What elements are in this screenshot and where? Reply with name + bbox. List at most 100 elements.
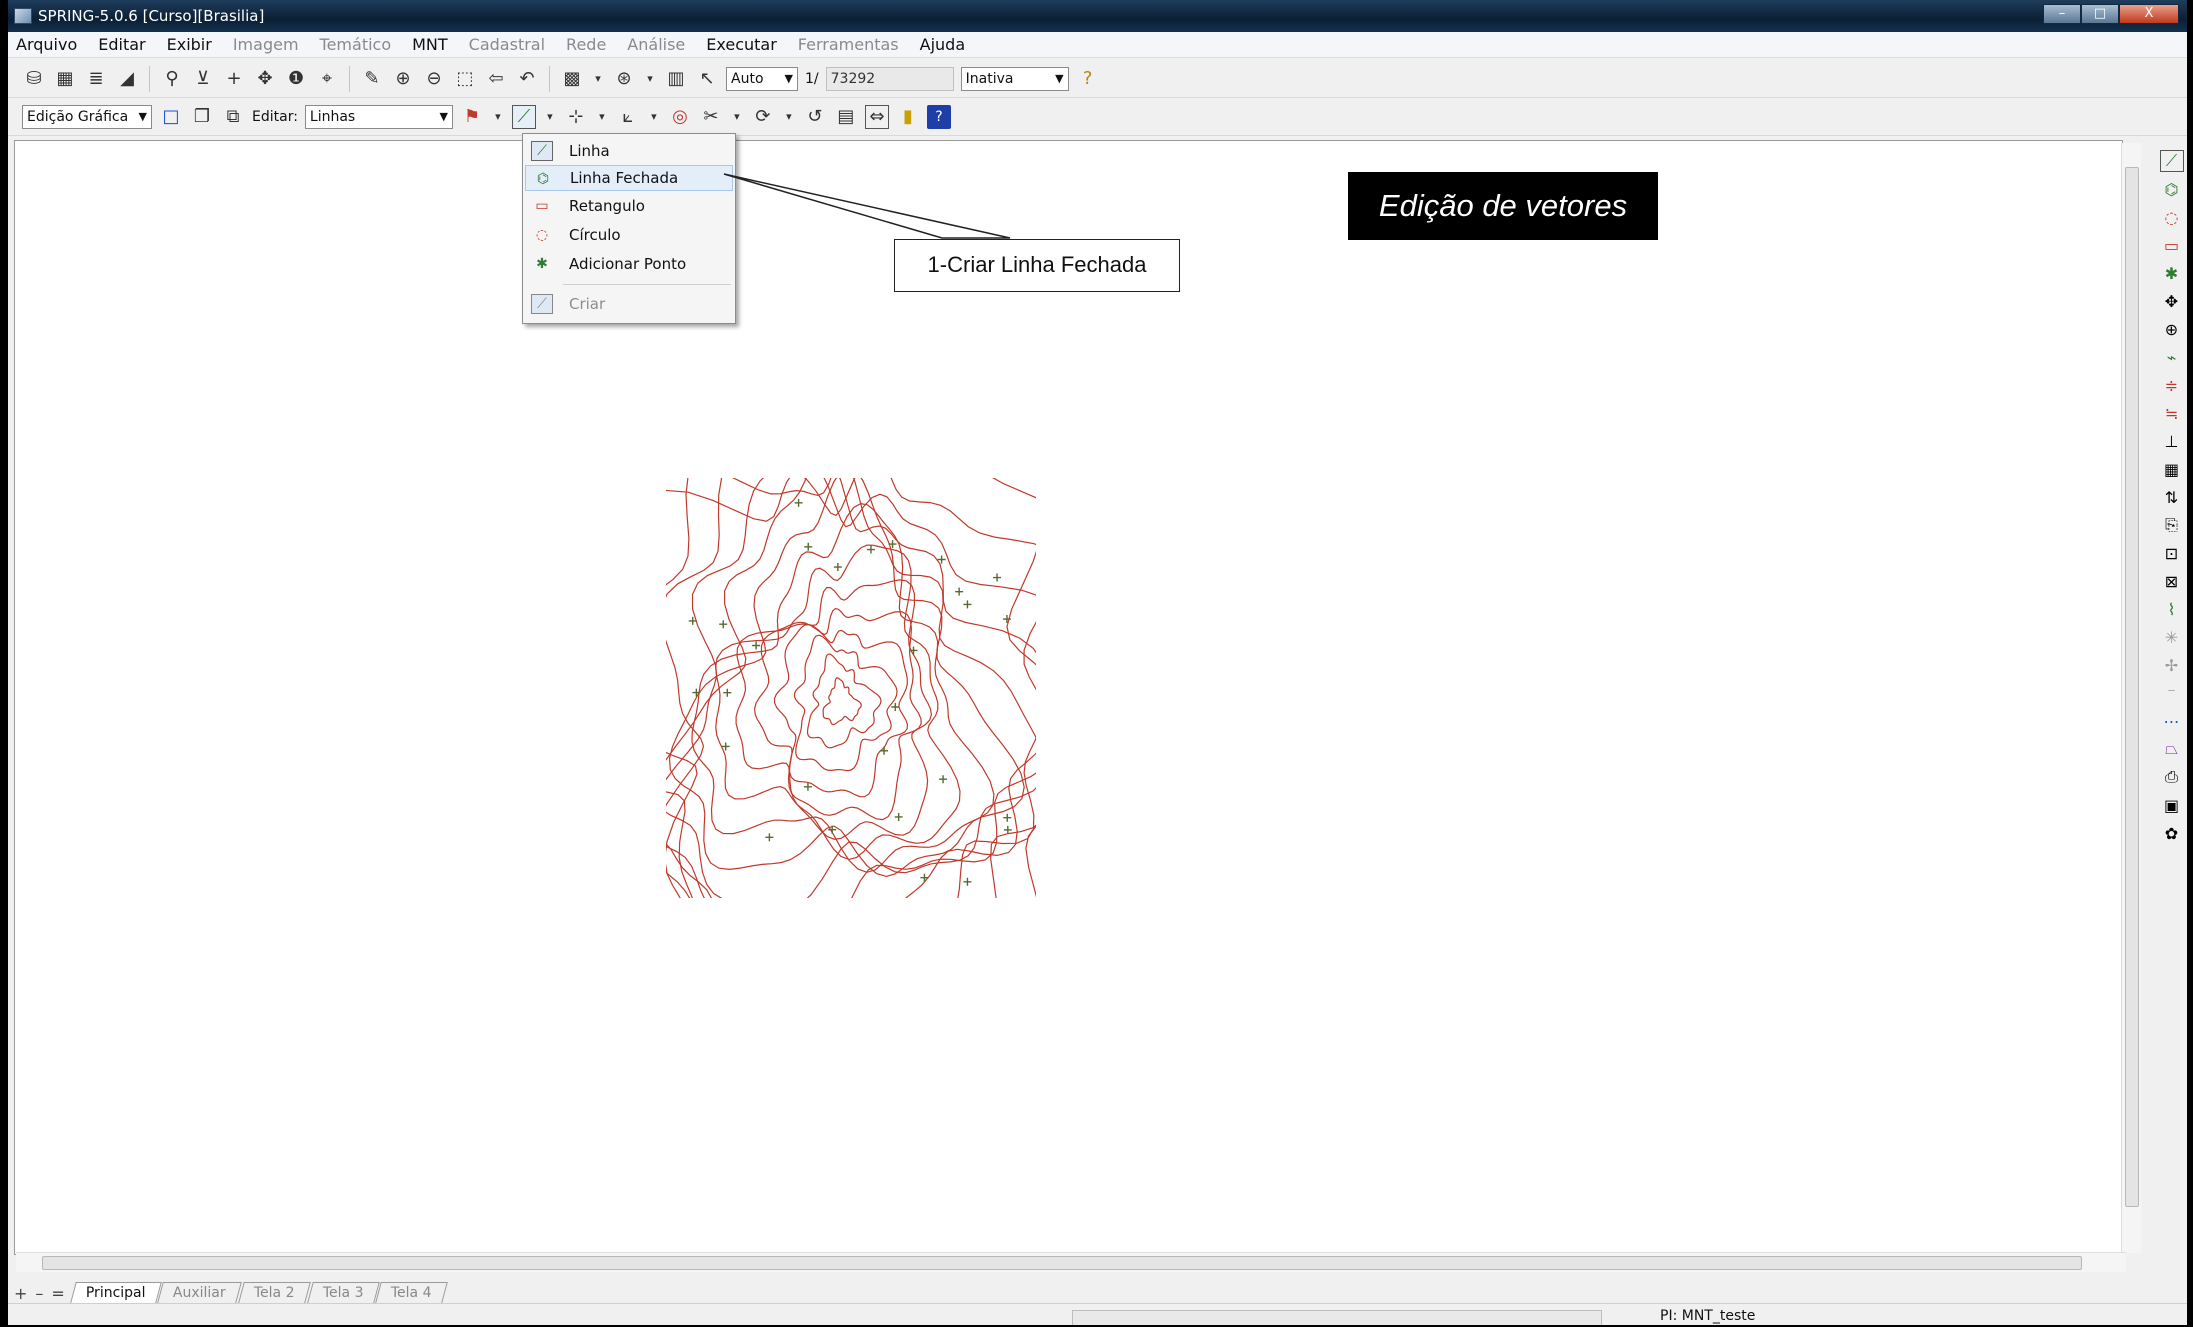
database-icon[interactable]: ⛁: [22, 67, 46, 91]
split-icon[interactable]: ≑: [2160, 374, 2184, 396]
point-edit-icon[interactable]: ⚑: [460, 105, 484, 129]
zoom-area-icon[interactable]: ⬚: [453, 67, 477, 91]
cursor-info-icon[interactable]: ⚲: [160, 67, 184, 91]
menu-item-retangulo[interactable]: ▭ Retangulo: [525, 193, 733, 219]
cut-icon[interactable]: ⊥: [2160, 430, 2184, 452]
map-canvas[interactable]: [14, 140, 2123, 1255]
move-icon[interactable]: ✥: [2160, 290, 2184, 312]
project-icon[interactable]: ▦: [53, 67, 77, 91]
info-icon[interactable]: ❶: [284, 67, 308, 91]
menu-item-circulo[interactable]: ◌ Círculo: [525, 222, 733, 248]
chevron-down-icon[interactable]: ▾: [491, 105, 505, 129]
save-icon[interactable]: ▤: [834, 105, 858, 129]
adjust-shape-icon[interactable]: ⊠: [2160, 570, 2184, 592]
line-tool-button-icon[interactable]: ⟋: [511, 104, 536, 129]
vertical-scroll-thumb[interactable]: [2125, 167, 2139, 1207]
help-blue-icon[interactable]: ?: [926, 104, 951, 129]
move-point-icon[interactable]: ✢: [2160, 654, 2184, 676]
snap-point-icon[interactable]: ✳: [2160, 626, 2184, 648]
tab-options-button[interactable]: =: [51, 1284, 64, 1303]
tab-tela-2[interactable]: Tela 2: [238, 1282, 311, 1303]
rotate-icon[interactable]: ⟳: [751, 105, 775, 129]
export-icon[interactable]: ⎙: [2160, 766, 2184, 788]
undo-edit-icon[interactable]: ↺: [803, 105, 827, 129]
menu-editar[interactable]: Editar: [98, 35, 145, 54]
join-icon[interactable]: ≒: [2160, 402, 2184, 424]
crosshair-icon[interactable]: +: [222, 67, 246, 91]
menu-item-linha-fechada[interactable]: ⌬ Linha Fechada: [525, 165, 733, 191]
adjust-icon[interactable]: ⊡: [2160, 542, 2184, 564]
copy-icon[interactable]: ⎘: [2160, 514, 2184, 536]
menu-arquivo[interactable]: Arquivo: [16, 35, 77, 54]
snap-icon[interactable]: ⟀: [616, 105, 640, 129]
scale-input[interactable]: 73292: [825, 66, 954, 91]
remove-tab-button[interactable]: –: [35, 1284, 43, 1303]
expand-icon[interactable]: ⇔: [864, 104, 889, 129]
add-tab-button[interactable]: +: [14, 1284, 27, 1303]
undo-icon[interactable]: ↶: [515, 67, 539, 91]
menu-item-adicionar-ponto[interactable]: ✱ Adicionar Ponto: [525, 251, 733, 277]
chevron-down-icon[interactable]: ▾: [591, 67, 605, 91]
menu-executar[interactable]: Executar: [706, 35, 777, 54]
window-icon[interactable]: ⧉: [221, 105, 245, 129]
delete-point-icon[interactable]: ⁻: [2160, 682, 2184, 704]
rectangle-icon[interactable]: ▭: [2160, 234, 2184, 256]
move-node-icon[interactable]: ⊕: [2160, 318, 2184, 340]
layers-icon[interactable]: ≣: [84, 67, 108, 91]
closed-line-icon[interactable]: ⌬: [2160, 178, 2184, 200]
dotted-line-icon[interactable]: ⋯: [2160, 710, 2184, 732]
circle-icon[interactable]: ◌: [2160, 206, 2184, 228]
menu-mnt[interactable]: MNT: [412, 35, 448, 54]
pencil-icon[interactable]: ✎: [360, 67, 384, 91]
menu-exibir[interactable]: Exibir: [167, 35, 212, 54]
tab-tela-3[interactable]: Tela 3: [307, 1282, 380, 1303]
measure-icon[interactable]: ⌖: [315, 67, 339, 91]
scale-mode-select[interactable]: Auto ▼: [726, 66, 798, 91]
eraser-icon[interactable]: ◢: [115, 67, 139, 91]
menu-item-linha[interactable]: ⟋ Linha: [525, 138, 733, 164]
tab-principal[interactable]: Principal: [69, 1282, 162, 1303]
line-icon[interactable]: ⟋: [2159, 150, 2184, 172]
chevron-down-icon[interactable]: ▾: [543, 105, 557, 129]
tab-tela-4[interactable]: Tela 4: [375, 1282, 448, 1303]
tab-auxiliar[interactable]: Auxiliar: [157, 1282, 243, 1303]
back-icon[interactable]: ⇦: [484, 67, 508, 91]
image-icon[interactable]: ▣: [2160, 794, 2184, 816]
edit-mode-select[interactable]: Edição Gráfica ▼: [22, 104, 152, 129]
reshape-icon[interactable]: ⌁: [2160, 346, 2184, 368]
grid-icon[interactable]: ▥: [664, 67, 688, 91]
zoom-out-icon[interactable]: ⊖: [422, 67, 446, 91]
horizontal-scrollbar[interactable]: [16, 1252, 2126, 1272]
chevron-down-icon[interactable]: ▾: [782, 105, 796, 129]
vertical-scrollbar[interactable]: [2121, 143, 2141, 1253]
grid-node-icon[interactable]: ▦: [2160, 458, 2184, 480]
menu-ajuda[interactable]: Ajuda: [920, 35, 966, 54]
edit-target-select[interactable]: Linhas ▼: [304, 104, 453, 129]
close-button[interactable]: X: [2119, 4, 2179, 24]
chevron-down-icon[interactable]: ▾: [730, 105, 744, 129]
move-node-icon[interactable]: ⊹: [564, 105, 588, 129]
chevron-down-icon[interactable]: ▾: [595, 105, 609, 129]
swap-icon[interactable]: ⇅: [2160, 486, 2184, 508]
add-point-icon[interactable]: ✱: [2160, 262, 2184, 284]
horizontal-scroll-thumb[interactable]: [42, 1256, 2082, 1270]
chevron-down-icon[interactable]: ▾: [643, 67, 657, 91]
pan-icon[interactable]: ✥: [253, 67, 277, 91]
polygon-icon[interactable]: ◎: [668, 105, 692, 129]
select-square-icon[interactable]: □: [159, 105, 183, 129]
lasso-icon[interactable]: ⌇: [2160, 598, 2184, 620]
zoom-in-icon[interactable]: ⊕: [391, 67, 415, 91]
select-page-icon[interactable]: ❐: [190, 105, 214, 129]
import-icon[interactable]: ⊻: [191, 67, 215, 91]
zoom-scale-icon[interactable]: ⊛: [612, 67, 636, 91]
minimize-button[interactable]: –: [2043, 4, 2081, 24]
help-icon[interactable]: ?: [1076, 67, 1100, 91]
display-icon[interactable]: ▩: [560, 67, 584, 91]
polygon-select-icon[interactable]: ⏢: [2160, 738, 2184, 760]
exit-icon[interactable]: ▮: [896, 105, 920, 129]
chevron-down-icon[interactable]: ▾: [647, 105, 661, 129]
pointer-icon[interactable]: ↖: [695, 67, 719, 91]
maximize-button[interactable]: □: [2081, 4, 2119, 24]
palette-icon[interactable]: ✿: [2160, 822, 2184, 844]
tools-icon[interactable]: ✂: [699, 105, 723, 129]
